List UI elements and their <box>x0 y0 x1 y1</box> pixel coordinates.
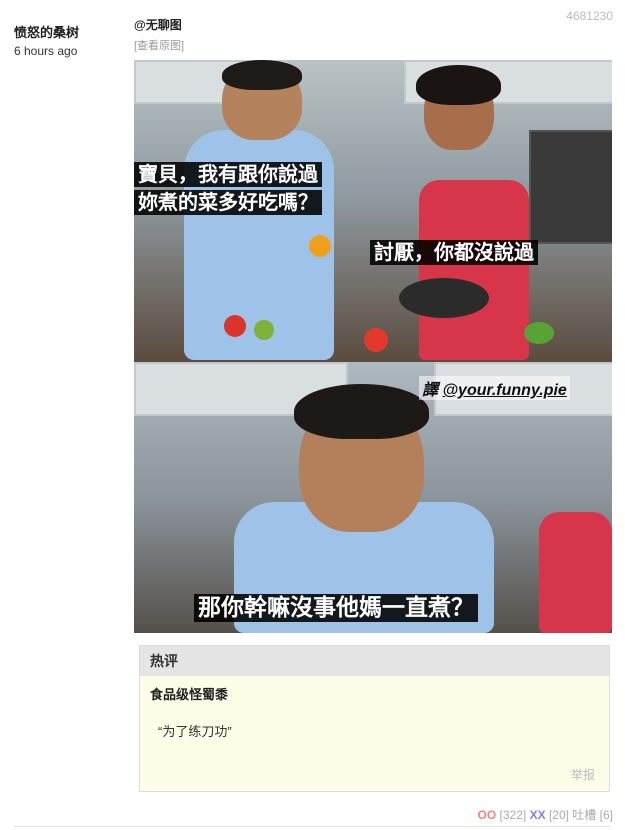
subtitle-reply: 討厭，你都沒說過 <box>370 240 538 265</box>
woman-hair <box>416 65 501 105</box>
post-tag: @无聊图 <box>134 18 182 32</box>
hot-comment-user[interactable]: 食品级怪蜀黍 <box>150 684 609 703</box>
author-name[interactable]: 愤怒的桑树 <box>14 22 124 41</box>
divider <box>14 826 611 827</box>
subtitle-line-1: 寶貝，我有跟你說過 <box>134 162 322 187</box>
meme-panel-bottom: 譯 @your.funny.pie 那你幹嘛沒事他媽一直煮？ <box>134 362 612 633</box>
man-hair <box>222 60 302 90</box>
vegetable <box>224 315 246 337</box>
hot-comment-header: 热评 <box>140 646 609 676</box>
xx-button[interactable]: XX <box>530 808 546 822</box>
microwave <box>529 130 612 244</box>
vegetable <box>364 328 388 352</box>
post-author: 愤怒的桑树 6 hours ago <box>14 22 124 58</box>
frying-pan <box>399 278 489 318</box>
woman-apron <box>539 512 612 633</box>
vote-bar: OO [322] XX [20] 吐槽 [6] <box>478 806 613 823</box>
vegetable <box>524 322 554 344</box>
oo-button[interactable]: OO <box>478 808 497 822</box>
oo-count: [322] <box>499 808 527 822</box>
post-time: 6 hours ago <box>14 44 78 58</box>
tucao-button[interactable]: 吐槽 <box>572 808 596 822</box>
translator-credit: 譯 @your.funny.pie <box>419 376 570 400</box>
credit-handle: @your.funny.pie <box>442 382 567 399</box>
subtitle-punchline: 那你幹嘛沒事他媽一直煮？ <box>194 594 478 623</box>
vegetable <box>254 320 274 340</box>
woman-apron <box>419 180 529 360</box>
vegetable <box>309 235 331 257</box>
credit-prefix: 譯 <box>422 382 443 399</box>
report-button[interactable]: 举报 <box>571 766 595 783</box>
meme-image[interactable]: 寶貝，我有跟你說過 妳煮的菜多好吃嗎？ 討厭，你都沒說過 譯 @your.fun… <box>134 60 612 633</box>
hot-comment-text: “为了练刀功” <box>158 724 232 739</box>
post-content: @无聊图 [查看原图] 寶貝，我有跟你說過 妳煮的菜多好吃嗎？ 討厭，你都沒說過 <box>134 16 612 633</box>
subtitle-line-2: 妳煮的菜多好吃嗎？ <box>134 190 322 215</box>
meme-panel-top: 寶貝，我有跟你說過 妳煮的菜多好吃嗎？ 討厭，你都沒說過 <box>134 60 612 362</box>
hot-comment-box: 热评 食品级怪蜀黍 “为了练刀功” 举报 <box>139 645 610 792</box>
tucao-count: [6] <box>599 808 613 822</box>
view-original-link[interactable]: [查看原图] <box>134 37 184 53</box>
xx-count: [20] <box>548 808 569 822</box>
man-hair <box>294 384 429 439</box>
